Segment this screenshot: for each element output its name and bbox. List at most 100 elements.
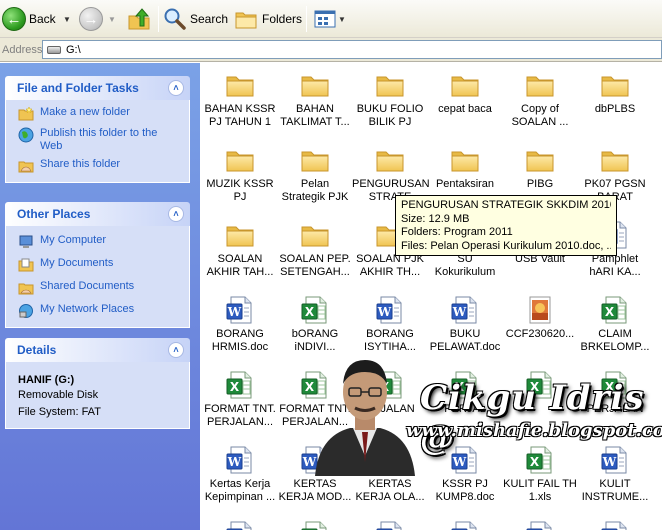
search-button[interactable]: Search (163, 4, 228, 34)
folder-item[interactable]: Pelan Strategik PJK (277, 144, 353, 204)
place-my-documents[interactable]: My Documents (18, 257, 181, 273)
publish-web-icon (18, 127, 34, 143)
folder-icon (374, 69, 406, 101)
collapse-chevron-icon[interactable]: ˄ (168, 80, 184, 96)
folder-icon (299, 144, 331, 176)
file-folder-tasks-header[interactable]: File and Folder Tasks ˄ (5, 76, 190, 100)
doc-icon (374, 294, 406, 326)
search-label: Search (190, 12, 229, 26)
details-header[interactable]: Details ˄ (5, 338, 190, 362)
collapse-chevron-icon[interactable]: ˄ (168, 342, 184, 358)
tooltip-title: PENGURUSAN STRATEGIK SKKDIM 2010 (401, 199, 611, 211)
dropdown-arrow-icon: ▼ (108, 14, 116, 24)
collapse-chevron-icon[interactable]: ˄ (168, 206, 184, 222)
panel-title: File and Folder Tasks (17, 81, 139, 95)
file-folder-tasks-body: Make a new folder Publish this folder to… (5, 100, 190, 183)
item-label: MUZIK KSSR PJ (206, 178, 274, 203)
item-label: BUKU FOLIO BILIK PJ (356, 103, 424, 128)
item-label: Pentaksiran (435, 178, 495, 190)
task-share-folder[interactable]: Share this folder (18, 158, 181, 174)
folder-icon (374, 144, 406, 176)
place-my-network-places[interactable]: My Network Places (18, 303, 181, 319)
details-name: HANIF (G:) (18, 374, 75, 386)
item-label: dbPLBS (594, 103, 636, 115)
folder-icon (224, 69, 256, 101)
other-places-body: My Computer My Documents Shared Document… (5, 226, 190, 328)
panel-title: Other Places (17, 207, 91, 221)
folder-icon (224, 144, 256, 176)
new-folder-icon (18, 106, 34, 121)
folder-item[interactable]: PIBG (502, 144, 578, 191)
file-item[interactable]: BORANG ISYTIHA... (352, 294, 428, 354)
folder-item[interactable]: cepat baca (427, 69, 503, 116)
back-button[interactable]: ← Back (2, 4, 56, 34)
address-input[interactable]: G:\ (42, 40, 662, 59)
folder-item[interactable]: SOALAN AKHIR TAH... (202, 219, 278, 279)
views-icon (314, 10, 336, 28)
file-list-view[interactable]: BAHAN KSSR PJ TAHUN 1 BAHAN TAKLIMAT T...… (200, 63, 662, 530)
panel-title: Details (17, 343, 57, 357)
folder-info-tooltip: PENGURUSAN STRATEGIK SKKDIM 2010 Size: 1… (395, 195, 617, 256)
task-publish-web[interactable]: Publish this folder to the Web (18, 127, 181, 153)
item-label: KULIT FAIL TH 1.xls (503, 478, 577, 503)
author-photo (315, 360, 415, 476)
task-label: Publish this folder to the Web (40, 127, 158, 152)
file-item[interactable]: bORANG iNDIVI... (277, 294, 353, 354)
folder-item[interactable]: SOALAN PEP. SETENGAH... (277, 219, 353, 279)
file-item[interactable]: FORMAT TNT. PERJALAN... (202, 369, 278, 429)
file-item[interactable] (427, 519, 503, 530)
file-item[interactable] (352, 519, 428, 530)
xls-icon (299, 294, 331, 326)
item-label: CCF230620... (505, 328, 575, 340)
folder-item[interactable]: MUZIK KSSR PJ (202, 144, 278, 204)
up-folder-button[interactable] (127, 4, 151, 34)
place-my-computer[interactable]: My Computer (18, 234, 181, 250)
address-label: Address (2, 44, 43, 56)
item-label: KSSR PJ KUMP8.doc (435, 478, 495, 503)
views-button[interactable]: ▼ (314, 4, 346, 34)
file-item[interactable]: BORANG HRMIS.doc (202, 294, 278, 354)
share-folder-icon (18, 161, 34, 173)
toolbar-separator (306, 6, 307, 32)
folder-icon (524, 144, 556, 176)
file-item[interactable] (577, 519, 653, 530)
xls-icon (599, 294, 631, 326)
file-item[interactable] (502, 519, 578, 530)
folder-item[interactable]: BAHAN KSSR PJ TAHUN 1 (202, 69, 278, 129)
file-item[interactable]: CCF230620... (502, 294, 578, 341)
folder-item[interactable]: BAHAN TAKLIMAT T... (277, 69, 353, 129)
tooltip-size: Size: 12.9 MB (401, 212, 470, 225)
folder-icon (299, 219, 331, 251)
file-item[interactable]: BUKU PELAWAT.doc (427, 294, 503, 354)
file-item[interactable]: CLAIM BRKELOMP... (577, 294, 653, 354)
place-shared-documents[interactable]: Shared Documents (18, 280, 181, 296)
tooltip-files: Files: Pelan Operasi Kurikulum 2010.doc,… (401, 239, 611, 252)
other-places-header[interactable]: Other Places ˄ (5, 202, 190, 226)
details-panel: Details ˄ HANIF (G:) Removable Disk File… (5, 338, 190, 429)
item-label: KERTAS KERJA OLA... (355, 478, 425, 503)
folder-item[interactable]: Pentaksiran (427, 144, 503, 191)
folders-button[interactable]: Folders (234, 4, 302, 34)
item-label: BORANG ISYTIHA... (364, 328, 416, 353)
search-icon (164, 8, 186, 30)
back-dropdown-button[interactable]: ▼ (58, 4, 71, 34)
tooltip-folders: Folders: Program 2011 (401, 226, 513, 238)
folder-item[interactable]: Copy of SOALAN ... (502, 69, 578, 129)
file-item[interactable] (277, 519, 353, 530)
doc-icon (224, 519, 256, 530)
task-make-new-folder[interactable]: Make a new folder (18, 106, 181, 122)
doc-icon (224, 444, 256, 476)
file-item[interactable] (202, 519, 278, 530)
doc-icon (224, 294, 256, 326)
item-label: BUKU PELAWAT.doc (429, 328, 501, 353)
back-arrow-icon: ← (2, 7, 26, 31)
details-filesystem: File System: FAT (18, 406, 101, 418)
folder-item[interactable]: dbPLBS (577, 69, 653, 116)
folder-icon (599, 69, 631, 101)
up-folder-icon (128, 8, 150, 30)
forward-arrow-icon: → (79, 7, 103, 31)
folder-item[interactable]: BUKU FOLIO BILIK PJ (352, 69, 428, 129)
item-label: KULIT INSTRUME... (581, 478, 649, 503)
file-item[interactable]: Kertas Kerja Kepimpinan ... (202, 444, 278, 504)
forward-button[interactable]: → ▼ (79, 4, 116, 34)
